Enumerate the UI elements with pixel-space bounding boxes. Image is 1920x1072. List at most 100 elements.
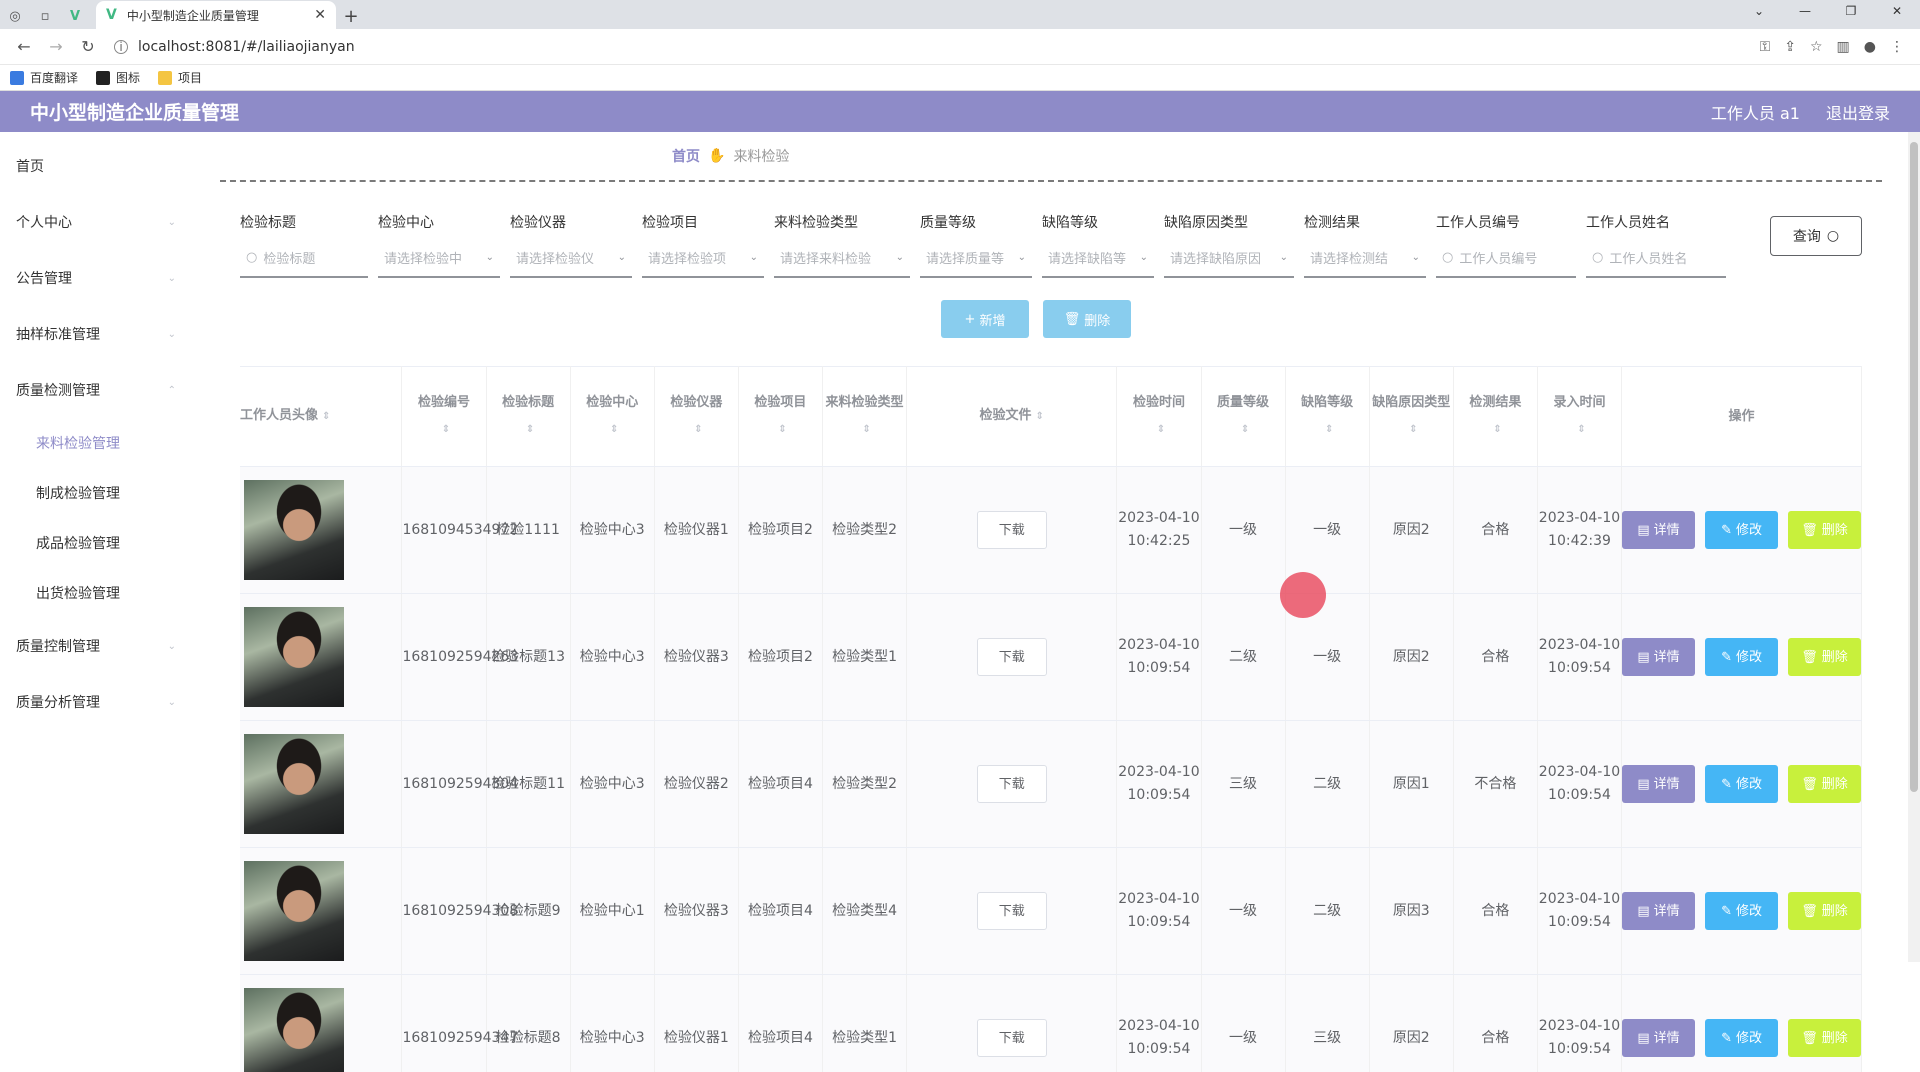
key-icon[interactable]: ⚿ xyxy=(1760,39,1771,55)
detail-button[interactable]: ▤ 详情 xyxy=(1622,765,1696,803)
type-select[interactable]: 请选择来料检验 ⌄ xyxy=(774,238,910,278)
sidepanel-icon[interactable]: ▥ xyxy=(1837,39,1850,55)
col-center[interactable]: 检验中心 ⇕ xyxy=(570,366,655,467)
restore-button[interactable]: ❐ xyxy=(1828,0,1874,22)
instrument-select[interactable]: 请选择检验仪 ⌄ xyxy=(510,238,632,278)
blank-tab[interactable]: ▫ xyxy=(30,3,60,29)
sidebar-sub-process[interactable]: 制成检验管理 xyxy=(0,468,190,518)
sort-icon[interactable]: ⇕ xyxy=(694,424,702,435)
sort-icon[interactable]: ⇕ xyxy=(610,424,618,435)
col-time[interactable]: 检验时间 ⇕ xyxy=(1116,366,1202,467)
col-item[interactable]: 检验项目 ⇕ xyxy=(738,366,823,467)
profile-icon[interactable]: ● xyxy=(1864,39,1876,55)
table-row[interactable]: 1681092594347 检验标题8 检验中心3 检验仪器1 检验项目4 检验类型1 下载… xyxy=(240,974,1862,1072)
result-select[interactable]: 请选择检测结 ⌄ xyxy=(1304,238,1426,278)
new-tab-button[interactable]: + xyxy=(336,3,366,29)
active-tab[interactable]: V 中小型制造企业质量管理 ✕ xyxy=(96,1,336,29)
bookmark-icons[interactable]: 图标 xyxy=(96,69,140,86)
reason-select[interactable]: 请选择缺陷原因 ⌄ xyxy=(1164,238,1294,278)
sort-icon[interactable]: ⇕ xyxy=(1036,411,1044,422)
close-window-button[interactable]: ✕ xyxy=(1874,0,1920,22)
sidebar-item-quality-analysis[interactable]: 质量分析管理 ⌄ xyxy=(0,674,190,730)
sidebar-item-notice[interactable]: 公告管理 ⌄ xyxy=(0,250,190,306)
vue-tab-icon[interactable]: V xyxy=(60,3,90,29)
tab-search-icon[interactable]: ⌄ xyxy=(1736,0,1782,22)
reload-icon[interactable]: ↻ xyxy=(72,37,104,56)
url-field[interactable]: i localhost:8081/#/lailiaojianyan xyxy=(114,39,1760,55)
forward-icon[interactable]: → xyxy=(40,37,72,56)
quality-select[interactable]: 请选择质量等 ⌄ xyxy=(920,238,1032,278)
detail-button[interactable]: ▤ 详情 xyxy=(1622,511,1696,549)
scrollbar-thumb[interactable] xyxy=(1910,142,1918,792)
info-icon[interactable]: i xyxy=(114,39,128,54)
add-button[interactable]: + 新增 xyxy=(941,300,1029,338)
avatar[interactable] xyxy=(244,988,344,1072)
edit-button[interactable]: ✎ 修改 xyxy=(1705,511,1779,549)
edit-button[interactable]: ✎ 修改 xyxy=(1705,892,1779,930)
sort-icon[interactable]: ⇕ xyxy=(442,424,450,435)
detail-button[interactable]: ▤ 详情 xyxy=(1622,1019,1696,1057)
col-avatar[interactable]: 工作人员头像 ⇕ xyxy=(240,366,403,467)
edit-button[interactable]: ✎ 修改 xyxy=(1705,1019,1779,1057)
center-select[interactable]: 请选择检验中 ⌄ xyxy=(378,238,500,278)
col-title[interactable]: 检验标题 ⇕ xyxy=(486,366,571,467)
sidebar-item-sampling[interactable]: 抽样标准管理 ⌄ xyxy=(0,306,190,362)
sidebar-item-personal[interactable]: 个人中心 ⌄ xyxy=(0,194,190,250)
sort-icon[interactable]: ⇕ xyxy=(1157,424,1165,435)
edit-button[interactable]: ✎ 修改 xyxy=(1705,765,1779,803)
table-row[interactable]: 1681092594304 检验标题11 检验中心3 检验仪器2 检验项目4 检验类型2 下… xyxy=(240,720,1862,848)
avatar[interactable] xyxy=(244,734,344,834)
download-button[interactable]: 下载 xyxy=(976,892,1047,930)
edit-button[interactable]: ✎ 修改 xyxy=(1705,638,1779,676)
col-result[interactable]: 检测结果 ⇕ xyxy=(1453,366,1538,467)
share-icon[interactable]: ⇪ xyxy=(1784,39,1796,55)
menu-icon[interactable]: ⋮ xyxy=(1890,39,1904,55)
col-reason[interactable]: 缺陷原因类型⇕ xyxy=(1369,366,1454,467)
sort-icon[interactable]: ⇕ xyxy=(1325,424,1333,435)
table-row[interactable]: 1681092594263 检验标题13 检验中心3 检验仪器3 检验项目2 检验类型1 下… xyxy=(240,593,1862,721)
bookmark-project[interactable]: 项目 xyxy=(158,69,202,86)
staff-name-input[interactable]: ○ 工作人员姓名 xyxy=(1586,238,1726,278)
minimize-button[interactable]: — xyxy=(1782,0,1828,22)
breadcrumb-home[interactable]: 首页 xyxy=(672,146,700,166)
download-button[interactable]: 下载 xyxy=(976,1019,1047,1057)
sort-icon[interactable]: ⇕ xyxy=(1493,424,1501,435)
avatar[interactable] xyxy=(244,607,344,707)
close-icon[interactable]: ✕ xyxy=(314,7,326,23)
globe-icon[interactable]: ◎ xyxy=(0,3,30,29)
query-button[interactable]: 查询 ○ xyxy=(1770,216,1862,256)
delete-button[interactable]: 🗑 删除 xyxy=(1788,638,1861,676)
defect-select[interactable]: 请选择缺陷等 ⌄ xyxy=(1042,238,1154,278)
download-button[interactable]: 下载 xyxy=(976,638,1047,676)
sort-icon[interactable]: ⇕ xyxy=(778,424,786,435)
title-input[interactable]: ○ 检验标题 xyxy=(240,238,368,278)
sidebar-sub-shipping[interactable]: 出货检验管理 xyxy=(0,568,190,618)
sidebar-sub-incoming[interactable]: 来料检验管理 xyxy=(0,418,190,468)
delete-button[interactable]: 🗑 删除 xyxy=(1788,892,1861,930)
item-select[interactable]: 请选择检验项 ⌄ xyxy=(642,238,764,278)
detail-button[interactable]: ▤ 详情 xyxy=(1622,892,1696,930)
avatar[interactable] xyxy=(244,480,344,580)
sort-icon[interactable]: ⇕ xyxy=(862,424,870,435)
sidebar-sub-finished[interactable]: 成品检验管理 xyxy=(0,518,190,568)
table-row[interactable]: 1681094534972 检验1111 检验中心3 检验仪器1 检验项目2 检验类型2 下… xyxy=(240,466,1862,594)
star-icon[interactable]: ☆ xyxy=(1810,39,1823,55)
delete-button[interactable]: 🗑 删除 xyxy=(1788,511,1861,549)
col-type[interactable]: 来料检验类型⇕ xyxy=(822,366,908,467)
back-icon[interactable]: ← xyxy=(8,37,40,56)
sort-icon[interactable]: ⇕ xyxy=(1241,424,1249,435)
sidebar-item-home[interactable]: 首页 xyxy=(0,138,190,194)
col-quality[interactable]: 质量等级 ⇕ xyxy=(1201,366,1286,467)
download-button[interactable]: 下载 xyxy=(976,511,1047,549)
sort-icon[interactable]: ⇕ xyxy=(1409,424,1417,435)
col-file[interactable]: 检验文件 ⇕ xyxy=(906,366,1118,467)
delete-button[interactable]: 🗑 删除 xyxy=(1788,1019,1861,1057)
col-entry[interactable]: 录入时间 ⇕ xyxy=(1537,366,1623,467)
sort-icon[interactable]: ⇕ xyxy=(322,411,330,422)
avatar[interactable] xyxy=(244,861,344,961)
logout-link[interactable]: 退出登录 xyxy=(1826,100,1890,124)
delete-button[interactable]: 🗑 删除 xyxy=(1788,765,1861,803)
col-id[interactable]: 检验编号 ⇕ xyxy=(401,366,487,467)
sort-icon[interactable]: ⇕ xyxy=(1577,424,1585,435)
scrollbar[interactable] xyxy=(1908,132,1920,962)
